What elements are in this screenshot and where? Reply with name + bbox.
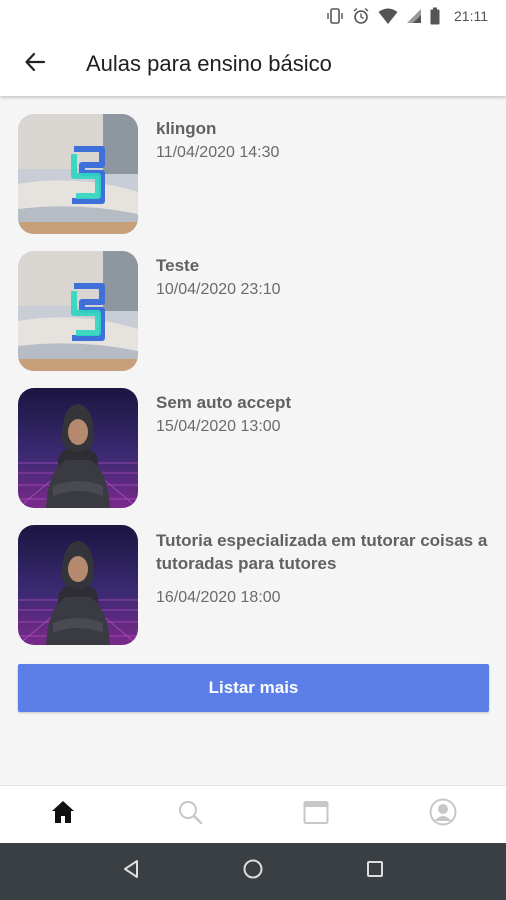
system-recents-button[interactable] — [345, 843, 405, 900]
search-icon — [177, 799, 203, 830]
lesson-date: 15/04/2020 13:00 — [156, 418, 281, 435]
nav-calendar[interactable] — [286, 786, 346, 844]
lesson-title: Teste — [156, 256, 200, 275]
nav-search[interactable] — [160, 786, 220, 844]
calendar-icon — [303, 799, 329, 830]
home-icon — [50, 799, 76, 830]
wifi-icon — [378, 7, 398, 25]
lesson-item[interactable]: Teste 10/04/2020 23:10 — [0, 235, 506, 372]
battery-icon — [430, 7, 440, 25]
bottom-nav — [0, 785, 506, 843]
triangle-back-icon — [122, 859, 140, 884]
nav-profile[interactable] — [413, 786, 473, 844]
lesson-date: 11/04/2020 14:30 — [156, 144, 280, 161]
lesson-thumbnail — [18, 388, 138, 508]
vibrate-icon — [326, 7, 344, 25]
system-nav-bar — [0, 843, 506, 900]
lesson-item[interactable]: Sem auto accept 15/04/2020 13:00 — [0, 372, 506, 509]
lesson-title: klingon — [156, 119, 217, 138]
lesson-title: Sem auto accept — [156, 393, 292, 412]
square-recents-icon — [365, 859, 385, 884]
app-bar: Aulas para ensino básico — [0, 32, 506, 96]
circle-home-icon — [242, 858, 264, 885]
back-button[interactable] — [0, 32, 70, 96]
signal-icon — [406, 7, 422, 25]
lesson-item[interactable]: Tutoria especializada em tutorar coisas … — [0, 509, 506, 646]
system-home-button[interactable] — [223, 843, 283, 900]
lesson-title: Tutoria especializada em tutorar coisas … — [156, 531, 488, 573]
lesson-item[interactable]: klingon 11/04/2020 14:30 — [0, 98, 506, 235]
lesson-list: klingon 11/04/2020 14:30 Teste 10/04/202… — [0, 98, 506, 646]
list-more-button[interactable]: Listar mais — [18, 664, 489, 712]
lesson-thumbnail — [18, 114, 138, 234]
lesson-date: 16/04/2020 18:00 — [156, 589, 281, 606]
status-time: 21:11 — [454, 8, 488, 24]
lesson-thumbnail — [18, 525, 138, 645]
lesson-date: 10/04/2020 23:10 — [156, 281, 281, 298]
status-bar: 21:11 — [0, 0, 506, 32]
system-back-button[interactable] — [101, 843, 161, 900]
profile-icon — [429, 798, 457, 831]
arrow-left-icon — [24, 51, 46, 78]
page-title: Aulas para ensino básico — [86, 51, 332, 76]
lesson-thumbnail — [18, 251, 138, 371]
nav-home[interactable] — [33, 786, 93, 844]
alarm-icon — [352, 7, 370, 25]
